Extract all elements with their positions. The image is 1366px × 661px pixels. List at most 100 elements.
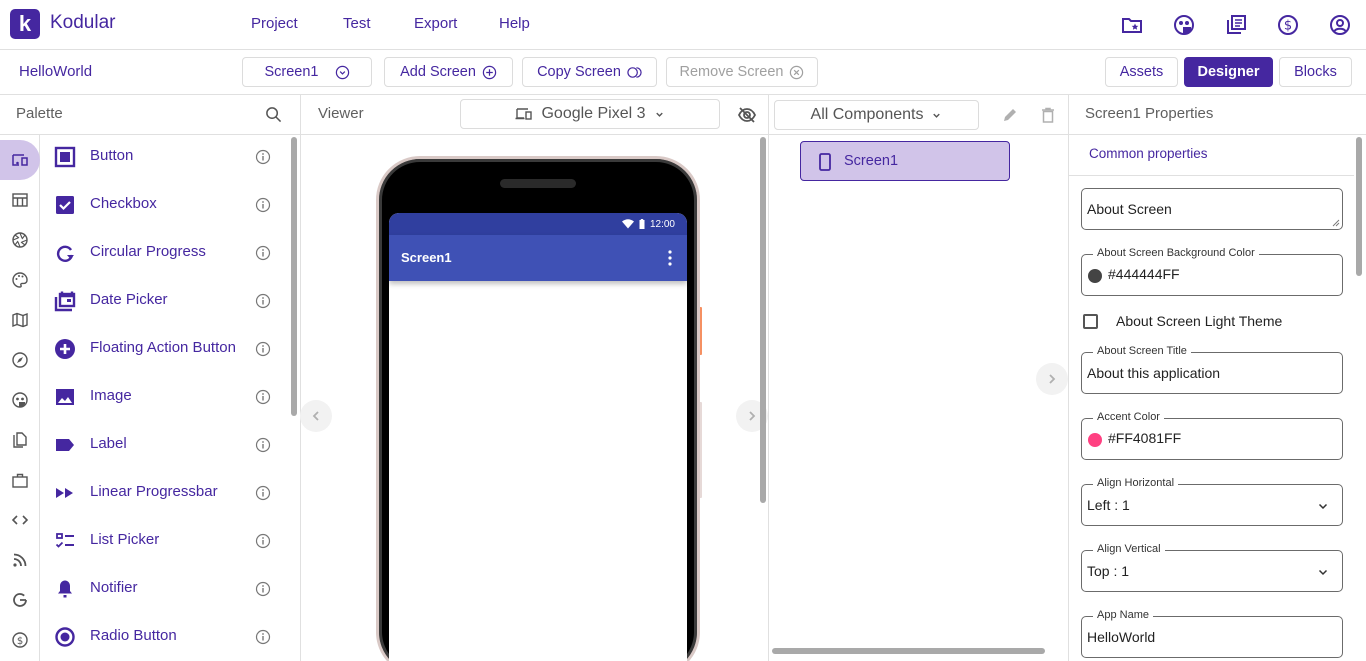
hide-components-icon[interactable] [737, 105, 757, 125]
palette-item-label: Floating Action Button [90, 339, 236, 356]
info-icon[interactable] [255, 389, 271, 405]
components-divider [1068, 95, 1069, 661]
info-icon[interactable] [255, 341, 271, 357]
category-sensors[interactable] [0, 340, 40, 380]
copy-screen-label: Copy Screen [537, 64, 621, 80]
fab-icon [55, 339, 75, 359]
category-google[interactable] [0, 580, 40, 620]
about-title-value: About this application [1087, 365, 1221, 381]
info-icon[interactable] [255, 629, 271, 645]
palette-item-date-picker[interactable]: Date Picker [41, 278, 286, 326]
palette-scrollbar[interactable] [291, 137, 297, 416]
assets-button[interactable]: Assets [1105, 57, 1178, 87]
component-filter-label: All Components [810, 106, 924, 123]
category-maps[interactable] [0, 300, 40, 340]
device-select[interactable]: Google Pixel 3 [460, 99, 720, 129]
designer-button[interactable]: Designer [1184, 57, 1273, 87]
resize-handle-icon[interactable] [1332, 219, 1340, 227]
component-filter-select[interactable]: All Components [774, 100, 979, 130]
project-name[interactable]: HelloWorld [19, 63, 92, 80]
palette-item-label[interactable]: Label [41, 422, 286, 470]
info-icon[interactable] [255, 197, 271, 213]
info-icon[interactable] [255, 149, 271, 165]
info-icon[interactable] [255, 485, 271, 501]
kodular-logo[interactable]: k [10, 9, 40, 39]
common-properties-tab[interactable]: Common properties [1089, 146, 1208, 161]
list-picker-icon [55, 533, 74, 548]
info-icon[interactable] [255, 533, 271, 549]
accent-color-value: #FF4081FF [1108, 430, 1182, 446]
components-hscrollbar[interactable] [772, 648, 1045, 654]
category-user-interface[interactable] [0, 140, 40, 180]
menu-export[interactable]: Export [414, 15, 457, 32]
menu-project[interactable]: Project [251, 15, 298, 32]
search-icon[interactable] [265, 106, 282, 123]
add-screen-button[interactable]: Add Screen [384, 57, 513, 87]
folder-star-icon[interactable] [1120, 13, 1144, 37]
category-monetization[interactable]: $ [0, 620, 40, 660]
palette-item-floating-action-button[interactable]: Floating Action Button [41, 326, 286, 374]
screen-select[interactable]: Screen1 [242, 57, 372, 87]
account-icon[interactable] [1328, 13, 1352, 37]
dollar-icon[interactable]: $ [1276, 13, 1300, 37]
palette-item-button[interactable]: Button [41, 134, 286, 182]
library-icon[interactable] [1224, 13, 1248, 37]
palette-title: Palette [16, 105, 63, 122]
info-icon[interactable] [255, 293, 271, 309]
palette-item-circular-progress[interactable]: Circular Progress [41, 230, 286, 278]
align-vertical-value: Top : 1 [1087, 563, 1130, 579]
palette-item-radio-button[interactable]: Radio Button [41, 614, 286, 661]
align-horizontal-select[interactable]: Align Horizontal Left : 1 [1081, 477, 1343, 526]
add-circle-icon [482, 65, 497, 79]
app-bar: Screen1 [389, 235, 687, 281]
category-dynamic[interactable] [0, 540, 40, 580]
checkbox-icon [56, 196, 74, 214]
viewer-scrollbar[interactable] [760, 137, 766, 503]
palette-item-label: Linear Progressbar [90, 483, 218, 500]
label-icon [56, 439, 74, 451]
app-name-field[interactable]: App Name HelloWorld [1081, 609, 1343, 658]
phone-screen[interactable]: 12:00 Screen1 [389, 213, 687, 661]
palette-item-linear-progressbar[interactable]: Linear Progressbar [41, 470, 286, 518]
collapse-properties-button[interactable] [1036, 363, 1068, 395]
blocks-button[interactable]: Blocks [1279, 57, 1352, 87]
category-media[interactable] [0, 220, 40, 260]
align-vertical-select[interactable]: Align Vertical Top : 1 [1081, 543, 1343, 592]
viewer-divider [768, 95, 769, 661]
about-title-field[interactable]: About Screen Title About this applicatio… [1081, 345, 1343, 394]
properties-scrollbar[interactable] [1356, 137, 1362, 276]
info-icon[interactable] [255, 245, 271, 261]
rename-icon[interactable] [1001, 106, 1019, 124]
remove-screen-button[interactable]: Remove Screen [666, 57, 818, 87]
info-icon[interactable] [255, 437, 271, 453]
copy-screen-button[interactable]: Copy Screen [522, 57, 657, 87]
category-layout[interactable] [0, 180, 40, 220]
top-bar: k Kodular Project Test Export Help $ [0, 0, 1366, 50]
category-connectivity[interactable] [0, 500, 40, 540]
community-icon[interactable] [1172, 13, 1196, 37]
palette-item-image[interactable]: Image [41, 374, 286, 422]
about-bg-color-field[interactable]: About Screen Background Color #444444FF [1081, 247, 1343, 296]
palette-item-checkbox[interactable]: Checkbox [41, 182, 286, 230]
info-icon[interactable] [255, 581, 271, 597]
category-utilities[interactable] [0, 460, 40, 500]
category-drawing[interactable] [0, 260, 40, 300]
about-light-theme-checkbox[interactable] [1083, 314, 1098, 329]
screen-select-label: Screen1 [264, 64, 319, 80]
palette-item-label: Notifier [90, 579, 138, 596]
accent-color-field[interactable]: Accent Color #FF4081FF [1081, 411, 1343, 460]
about-screen-textarea[interactable]: About Screen [1081, 188, 1343, 230]
status-bar: 12:00 [389, 213, 687, 235]
palette-item-notifier[interactable]: Notifier [41, 566, 286, 614]
component-tree-item[interactable]: Screen1 [800, 141, 1010, 181]
menu-help[interactable]: Help [499, 15, 530, 32]
palette-item-list-picker[interactable]: List Picker [41, 518, 286, 566]
category-social[interactable] [0, 380, 40, 420]
delete-icon[interactable] [1039, 106, 1057, 124]
category-storage[interactable] [0, 420, 40, 460]
add-screen-label: Add Screen [400, 64, 476, 80]
menu-test[interactable]: Test [343, 15, 371, 32]
brand-name[interactable]: Kodular [50, 12, 116, 34]
chevron-down-icon [655, 112, 663, 117]
prev-screen-button[interactable] [300, 400, 332, 432]
